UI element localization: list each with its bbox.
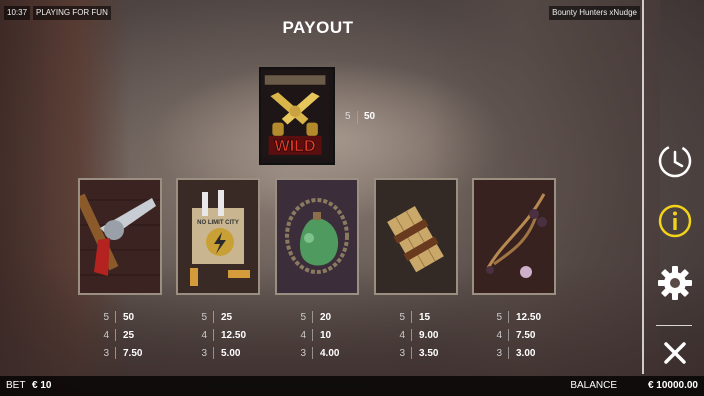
settings-button[interactable] (657, 265, 693, 301)
bet-value: € 10 (32, 380, 52, 391)
close-button[interactable] (657, 335, 693, 371)
balance-label: BALANCE (570, 380, 617, 391)
history-icon (658, 144, 692, 178)
revolver-symbol (78, 178, 162, 295)
canteen-symbol (275, 178, 359, 295)
side-divider (656, 325, 692, 326)
dynamite-symbol (374, 178, 458, 295)
paytable-canteen: 5 20 4 10 3 4.00 (300, 311, 340, 359)
status-bar: BET € 10 BALANCE € 10000.00 (0, 376, 704, 396)
info-button[interactable] (657, 203, 693, 239)
paytable-dynamite: 5 15 4 9.00 3 3.50 (399, 311, 439, 359)
badge-bag-symbol: NO LIMIT CITY (176, 178, 260, 295)
paytable-bolas: 5 12.50 4 7.50 3 3.00 (496, 311, 542, 359)
side-menu (642, 0, 704, 374)
info-icon (658, 204, 692, 238)
balance-value: € 10000.00 (647, 380, 698, 391)
gear-icon (658, 266, 692, 300)
history-button[interactable] (657, 143, 693, 179)
paytable-badge-bag: 5 25 4 12.50 3 5.00 (201, 311, 247, 359)
no-limit-city-label: NO LIMIT CITY (197, 220, 239, 226)
page-title: PAYOUT (282, 18, 354, 37)
paytable-revolver: 5 50 4 25 3 7.50 (103, 311, 143, 359)
wild-pay-row: 5 50 (345, 111, 376, 124)
bet-label: BET (6, 380, 26, 391)
bolas-symbol (472, 178, 556, 295)
close-icon (664, 342, 686, 364)
wild-label: WILD (275, 137, 316, 155)
wild-symbol: WILD (259, 67, 335, 165)
